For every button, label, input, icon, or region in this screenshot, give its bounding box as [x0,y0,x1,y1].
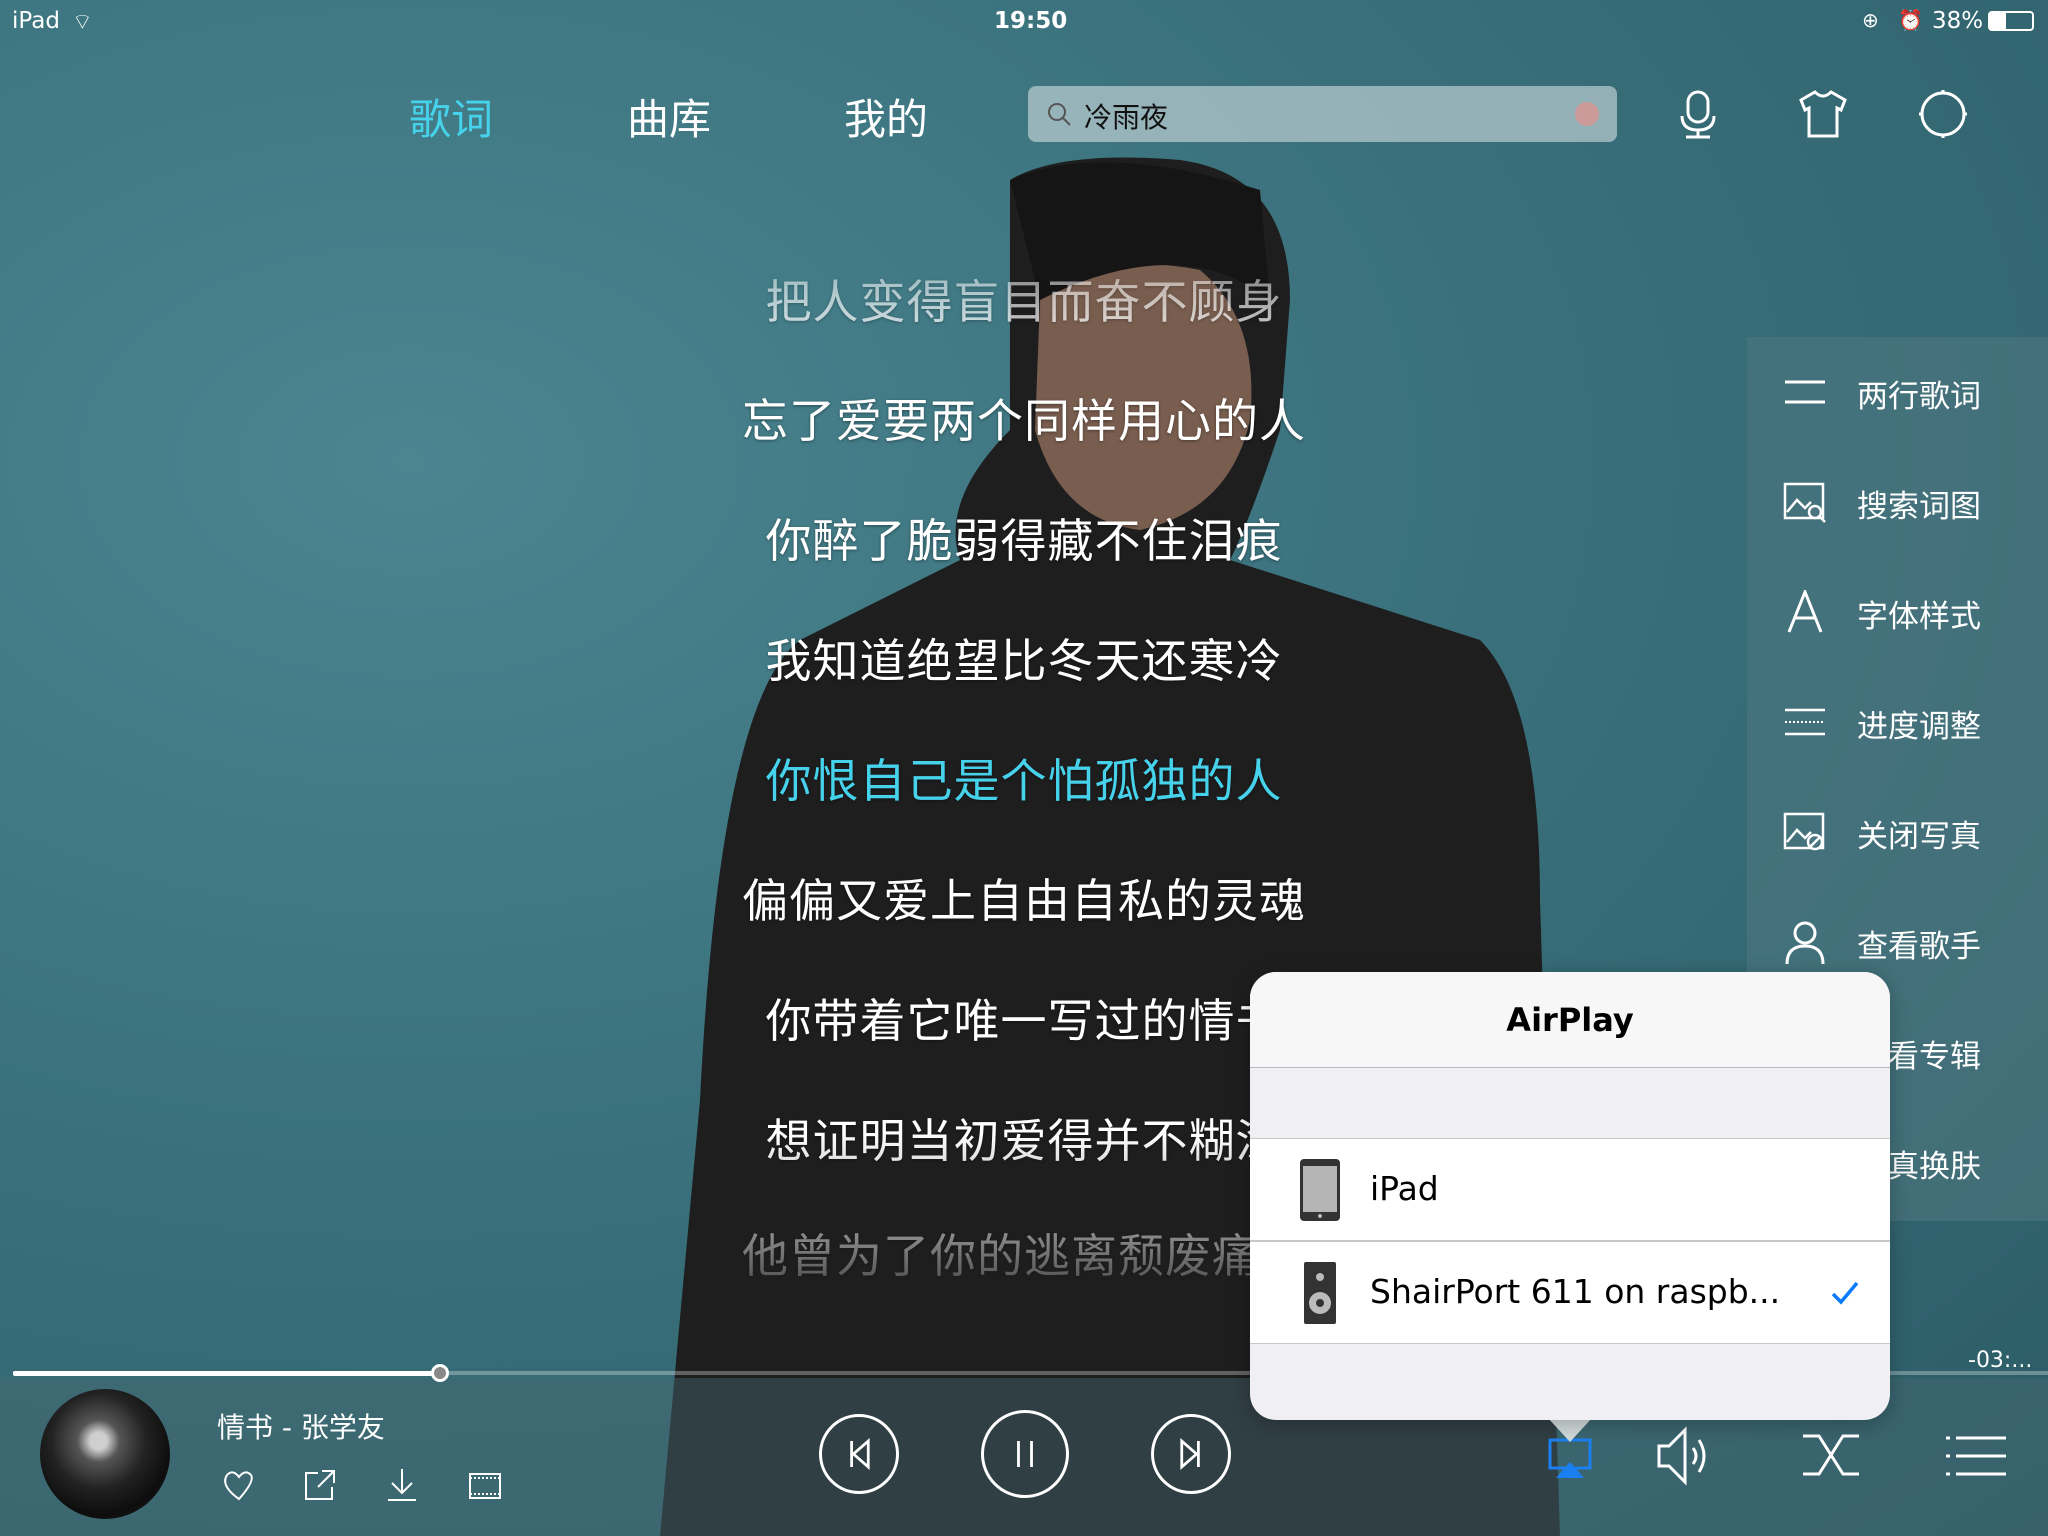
heart-icon[interactable] [221,1467,257,1503]
airplay-title: AirPlay [1250,972,1890,1068]
clear-search-icon[interactable] [1575,102,1599,126]
search-icon [1048,103,1071,126]
clock: 19:50 [994,8,1068,34]
two-lines-icon [1785,380,1825,404]
pause-icon [1017,1440,1033,1468]
settings-icon[interactable] [1917,88,1969,140]
menu-item-progress-adjust[interactable]: 进度调整 [1747,667,2048,777]
status-bar: iPad ⌔ 19:50 ⊕ ⏰ 38% [0,0,2048,44]
airplay-device-ipad[interactable]: iPad [1250,1138,1890,1241]
device-label: ShairPort 611 on raspb... [1370,1272,1781,1311]
lyric-line: 你醉了脆弱得藏不住泪痕 [765,514,1283,568]
tab-mine[interactable]: 我的 [844,86,928,147]
menu-item-label: 搜索词图 [1857,489,1981,525]
lyric-line: 把人变得盲目而奋不顾身 [765,275,1283,329]
wifi-icon: ⌔ [72,10,93,35]
microphone-icon[interactable] [1672,88,1724,140]
ipad-icon [1300,1159,1340,1221]
menu-item-two-lines[interactable]: 两行歌词 [1747,337,2048,447]
shirt-icon[interactable] [1797,88,1849,140]
menu-item-label: 关闭写真 [1857,819,1981,855]
popover-arrow [1548,1418,1592,1442]
rotation-lock-icon: ⊕ [1862,8,1879,32]
song-title: 情书 - 张学友 [217,1411,385,1444]
menu-item-close-photo[interactable]: 关闭写真 [1747,777,2048,887]
menu-item-font-style[interactable]: 字体样式 [1747,557,2048,667]
tab-lyrics[interactable]: 歌词 [409,86,493,147]
device-label: iPad [1370,1169,1439,1208]
menu-item-label: 进度调整 [1857,709,1981,745]
person-icon [1785,921,1825,964]
lyric-line: 我知道绝望比冬天还寒冷 [765,634,1283,688]
progress-adjust-icon [1785,708,1825,736]
progress-fill [13,1371,441,1376]
album-art[interactable] [40,1389,170,1519]
remaining-time: -03:... [1968,1348,2033,1373]
airplay-popover: AirPlay iPad ShairPort 611 on raspb... [1250,972,1890,1420]
font-icon [1787,590,1823,633]
menu-item-label: 查看歌手 [1857,929,1981,965]
previous-button[interactable] [819,1414,899,1494]
next-icon [1180,1437,1200,1471]
menu-item-label: 两行歌词 [1857,379,1981,415]
lyric-line-current: 你恨自己是个怕孤独的人 [765,754,1283,808]
lyric-line: 偏偏又爱上自由自私的灵魂 [742,874,1306,928]
alarm-icon: ⏰ [1898,8,1923,32]
playlist-icon[interactable] [1944,1426,2008,1486]
checkmark-icon [1831,1281,1859,1305]
mv-icon[interactable] [467,1467,503,1503]
image-search-icon [1783,482,1826,523]
previous-icon [850,1437,870,1471]
search-query: 冷雨夜 [1084,101,1169,134]
battery-percent: 38% [1932,8,1984,34]
image-close-icon [1783,812,1825,851]
menu-item-label: 字体样式 [1857,599,1981,635]
shuffle-icon[interactable] [1799,1426,1863,1486]
airplay-device-shairport[interactable]: ShairPort 611 on raspb... [1250,1241,1890,1344]
device-name: iPad [12,8,60,34]
battery-icon [1988,11,2034,31]
speaker-icon [1304,1262,1336,1324]
menu-item-search-image[interactable]: 搜索词图 [1747,447,2048,557]
next-button[interactable] [1151,1414,1231,1494]
lyric-line: 忘了爱要两个同样用心的人 [742,394,1306,448]
share-icon[interactable] [302,1467,338,1503]
tab-library[interactable]: 曲库 [627,86,711,147]
download-icon[interactable] [384,1467,420,1503]
pause-button[interactable] [981,1410,1069,1498]
search-input[interactable]: 冷雨夜 [1028,86,1617,142]
volume-icon[interactable] [1653,1426,1717,1486]
